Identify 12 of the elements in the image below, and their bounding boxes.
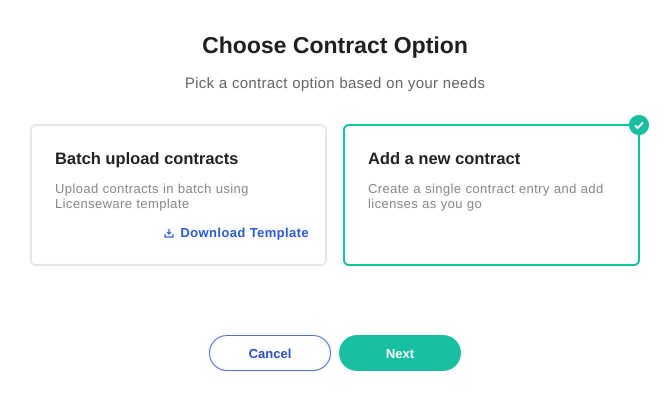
option-card[interactable]: Batch upload contracts Upload contracts in batch using Licenseware template Download Template <box>30 124 327 266</box>
option-title: Batch upload contracts <box>55 150 240 169</box>
dialog-subtitle: Pick a contract option based on your needs <box>184 75 486 92</box>
dialog-title: Choose Contract Option <box>202 32 468 59</box>
option-description: Create a single contract entry and add licenses as you go <box>368 181 605 211</box>
download-link[interactable]: Download Template <box>164 225 309 240</box>
check-icon <box>629 115 649 135</box>
download-icon <box>164 228 174 238</box>
option-description: Upload contracts in batch using Licenseware template <box>55 181 250 211</box>
option-title: Add a new contract <box>368 150 522 169</box>
option-card[interactable]: Add a new contract Create a single contract entry and add licenses as you go <box>343 124 640 266</box>
cancel-button[interactable]: Cancel <box>209 335 331 371</box>
